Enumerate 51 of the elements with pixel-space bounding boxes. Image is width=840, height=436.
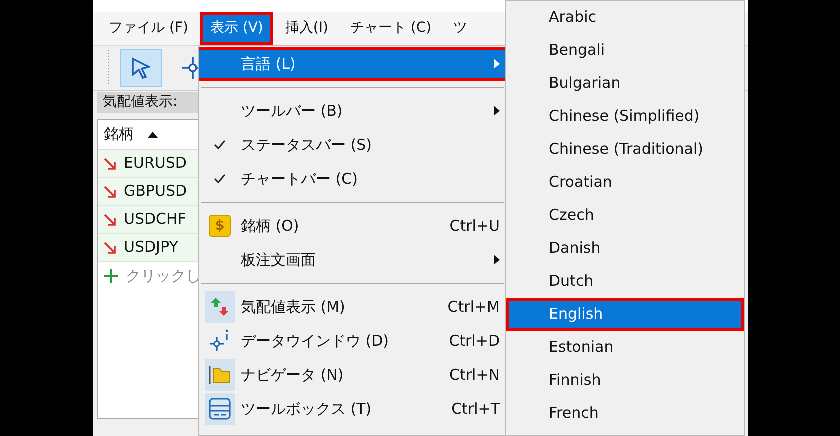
menu-item[interactable]: ファイル (F) [99, 12, 198, 45]
checkmark-icon [214, 174, 226, 184]
submenu-arrow-icon [494, 59, 500, 69]
language-option[interactable]: French [506, 397, 744, 430]
menu-item[interactable]: 板注文画面 [199, 243, 506, 277]
down-arrow-icon [104, 242, 116, 254]
sort-arrow-icon [148, 132, 158, 138]
menu-item[interactable]: チャート (C) [340, 12, 442, 45]
language-option[interactable]: Finnish [506, 364, 744, 397]
toolbar-grip [107, 50, 110, 86]
language-option[interactable]: Estonian [506, 331, 744, 364]
plus-icon [104, 269, 118, 283]
column-header[interactable]: 銘柄 [104, 123, 134, 146]
menu-item[interactable]: 言語 (L) [199, 47, 506, 81]
menu-item[interactable]: チャートバー (C) [199, 162, 506, 196]
submenu-arrow-icon [494, 255, 500, 265]
language-option[interactable]: Dutch [506, 265, 744, 298]
menu-item[interactable]: データウインドウ (D) Ctrl+D [199, 324, 506, 358]
symbol-cell-text: USDCHF [124, 209, 186, 230]
checkmark-icon [214, 140, 226, 150]
menu-item[interactable]: ツ [444, 12, 478, 45]
add-symbol-hint[interactable]: クリックし [126, 264, 201, 288]
language-option[interactable]: Arabic [506, 1, 744, 34]
toolbox-icon [205, 393, 235, 425]
symbol-cell-text: EURUSD [124, 153, 187, 174]
menu-item[interactable]: ツールボックス (T) Ctrl+T [199, 392, 506, 426]
language-option[interactable]: Danish [506, 232, 744, 265]
pointer-tool-button[interactable] [120, 49, 162, 87]
language-option[interactable]: English [506, 298, 744, 331]
symbol-cell-text: GBPUSD [124, 181, 188, 202]
language-option[interactable]: Czech [506, 199, 744, 232]
dollar-icon: $ [209, 215, 231, 237]
menu-item[interactable]: ステータスバー (S) [199, 128, 506, 162]
language-option[interactable]: Chinese (Traditional) [506, 133, 744, 166]
cursor-icon [131, 57, 151, 79]
down-arrow-icon [104, 186, 116, 198]
language-option[interactable]: Chinese (Simplified) [506, 100, 744, 133]
down-arrow-icon [104, 214, 116, 226]
language-option[interactable]: Bulgarian [506, 67, 744, 100]
menu-item[interactable]: 気配値表示 (M) Ctrl+M [199, 290, 506, 324]
menu-item[interactable]: $ 銘柄 (O) Ctrl+U [199, 209, 506, 243]
submenu-arrow-icon [494, 106, 500, 116]
menu-item[interactable]: ナビゲータ (N) Ctrl+N [199, 358, 506, 392]
language-option[interactable]: Croatian [506, 166, 744, 199]
symbol-cell-text: USDJPY [124, 237, 178, 258]
language-option[interactable]: Bengali [506, 34, 744, 67]
folder-icon [205, 359, 235, 391]
down-arrow-icon [104, 158, 116, 170]
quotes-icon [205, 291, 235, 323]
menu-item[interactable]: 挿入(I) [275, 12, 338, 45]
menu-item[interactable]: 表示 (V) [200, 12, 274, 45]
